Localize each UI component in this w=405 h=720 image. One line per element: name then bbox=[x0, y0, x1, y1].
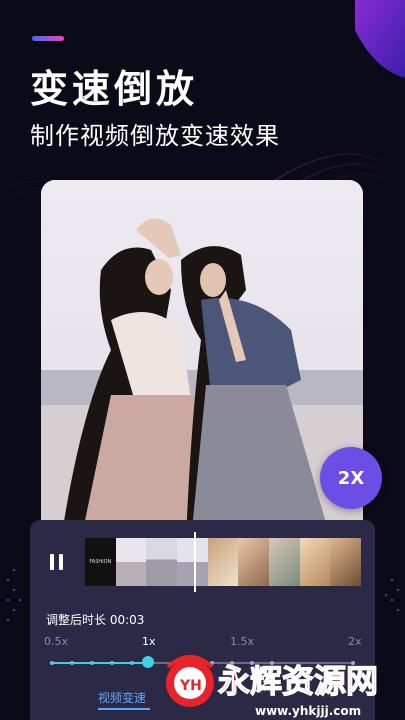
preview-photo bbox=[41, 180, 363, 540]
frame-cover-text: FASHION bbox=[89, 559, 112, 565]
hero-subtitle: 制作视频倒放变速效果 bbox=[30, 122, 280, 150]
speed-badge[interactable]: 2X bbox=[320, 447, 382, 509]
video-preview-card bbox=[41, 180, 363, 540]
svg-text:YH: YH bbox=[179, 678, 202, 694]
speed-slider-knob[interactable] bbox=[142, 656, 154, 668]
video-filmstrip[interactable]: FASHION bbox=[85, 538, 362, 586]
tab-underline bbox=[98, 708, 150, 710]
playhead[interactable] bbox=[194, 532, 196, 592]
filmstrip-frame bbox=[207, 538, 239, 586]
filmstrip-frame bbox=[177, 538, 208, 586]
tab-video-speed[interactable]: 视频变速 bbox=[98, 689, 146, 706]
pause-icon bbox=[50, 554, 54, 570]
filmstrip-frame bbox=[299, 538, 331, 586]
hero-title: 变速倒放 bbox=[30, 66, 199, 111]
watermark-logo: YH 永辉资源网 www.yhkjjj.com bbox=[166, 655, 379, 718]
watermark-brand: 永辉资源网 bbox=[218, 662, 378, 700]
duration-label: 调整后时长 00:03 bbox=[46, 613, 145, 627]
accent-bar bbox=[32, 36, 64, 41]
corner-triangle-decoration bbox=[355, 0, 405, 78]
speed-tick-1x[interactable]: 1x bbox=[142, 635, 156, 648]
filmstrip-frame bbox=[115, 538, 147, 586]
filmstrip-frame bbox=[146, 538, 178, 586]
pause-button[interactable] bbox=[48, 554, 66, 572]
watermark-domain: www.yhkjjj.com bbox=[255, 704, 361, 718]
filmstrip-frame bbox=[238, 538, 270, 586]
filmstrip-frame bbox=[330, 538, 362, 586]
speed-tick-0-5x[interactable]: 0.5x bbox=[44, 635, 68, 648]
speed-slider-fill bbox=[50, 662, 148, 664]
filmstrip-frame: FASHION bbox=[85, 538, 116, 586]
filmstrip-frame bbox=[269, 538, 300, 586]
